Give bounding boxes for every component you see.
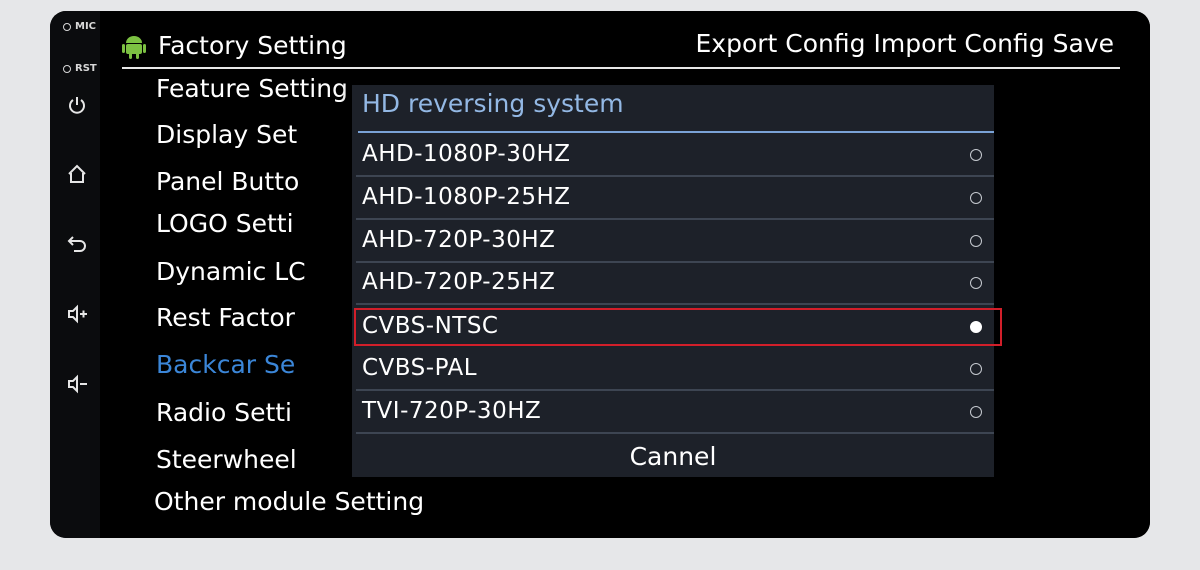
dialog-title: HD reversing system — [362, 89, 624, 118]
cancel-button[interactable]: Cannel — [352, 437, 994, 477]
volume-down-icon[interactable] — [66, 373, 88, 395]
header-actions: Export Config Import Config Save — [695, 29, 1114, 58]
back-icon[interactable] — [66, 232, 88, 254]
option-label: AHD-720P-30HZ — [362, 227, 556, 253]
menu-item-radio-setting[interactable]: Radio Setti — [156, 393, 292, 433]
menu-item-other-module-setting[interactable]: Other module Setting — [154, 482, 424, 522]
head-unit-frame: MIC RST Factory Setting Export Config Im… — [50, 11, 1150, 538]
menu-item-backcar-setting[interactable]: Backcar Se — [156, 345, 295, 385]
option-label: AHD-1080P-25HZ — [362, 184, 571, 210]
dialog-title-divider — [358, 131, 994, 133]
option-ahd-1080p-30hz[interactable]: AHD-1080P-30HZ — [352, 135, 994, 177]
reset-hole-icon — [63, 64, 71, 73]
option-ahd-720p-25hz[interactable]: AHD-720P-25HZ — [352, 263, 994, 305]
option-label: CVBS-NTSC — [362, 313, 499, 339]
option-cvbs-pal[interactable]: CVBS-PAL — [352, 349, 994, 391]
radio-button[interactable] — [970, 406, 982, 418]
option-label: CVBS-PAL — [362, 355, 478, 381]
menu-item-dynamic-logo[interactable]: Dynamic LC — [156, 252, 306, 292]
mic-indicator: MIC — [63, 21, 96, 32]
export-config-button[interactable]: Export Config — [695, 29, 865, 58]
radio-button-selected[interactable] — [970, 321, 982, 333]
option-divider — [356, 389, 994, 391]
option-ahd-1080p-25hz[interactable]: AHD-1080P-25HZ — [352, 178, 994, 220]
option-divider — [356, 432, 994, 434]
option-label: AHD-720P-25HZ — [362, 269, 556, 295]
volume-up-icon[interactable] — [66, 303, 88, 325]
radio-button[interactable] — [970, 192, 982, 204]
page-title: Factory Setting — [158, 31, 347, 60]
radio-button[interactable] — [970, 149, 982, 161]
android-icon — [122, 36, 146, 59]
power-icon[interactable] — [66, 94, 88, 116]
hardware-button-strip: MIC RST — [50, 11, 100, 538]
option-cvbs-ntsc[interactable]: CVBS-NTSC — [352, 307, 1002, 349]
import-config-button[interactable]: Import Config — [873, 29, 1044, 58]
mic-hole-icon — [63, 22, 71, 31]
hd-reversing-dialog: HD reversing system AHD-1080P-30HZ AHD-1… — [352, 85, 1002, 477]
option-label: AHD-1080P-30HZ — [362, 141, 571, 167]
home-icon[interactable] — [66, 163, 88, 185]
menu-item-panel-button[interactable]: Panel Butto — [156, 162, 299, 202]
option-label: TVI-720P-30HZ — [362, 398, 542, 424]
menu-item-logo-setting[interactable]: LOGO Setti — [156, 204, 294, 244]
option-divider — [356, 303, 994, 305]
save-button[interactable]: Save — [1053, 29, 1114, 58]
option-divider — [356, 175, 994, 177]
radio-button[interactable] — [970, 363, 982, 375]
menu-item-feature-setting[interactable]: Feature Setting — [156, 69, 348, 109]
reset-button[interactable]: RST — [63, 63, 97, 74]
reset-label: RST — [75, 63, 97, 74]
mic-label: MIC — [75, 21, 97, 32]
screen: Factory Setting Export Config Import Con… — [112, 11, 1150, 538]
option-tvi-720p-30hz[interactable]: TVI-720P-30HZ — [352, 392, 994, 434]
menu-item-display-setting[interactable]: Display Set — [156, 115, 297, 155]
menu-item-reset-factory[interactable]: Rest Factor — [156, 298, 295, 338]
menu-item-steerwheel[interactable]: Steerwheel — [156, 440, 297, 480]
option-ahd-720p-30hz[interactable]: AHD-720P-30HZ — [352, 221, 994, 263]
option-divider — [356, 218, 994, 220]
radio-button[interactable] — [970, 277, 982, 289]
radio-button[interactable] — [970, 235, 982, 247]
